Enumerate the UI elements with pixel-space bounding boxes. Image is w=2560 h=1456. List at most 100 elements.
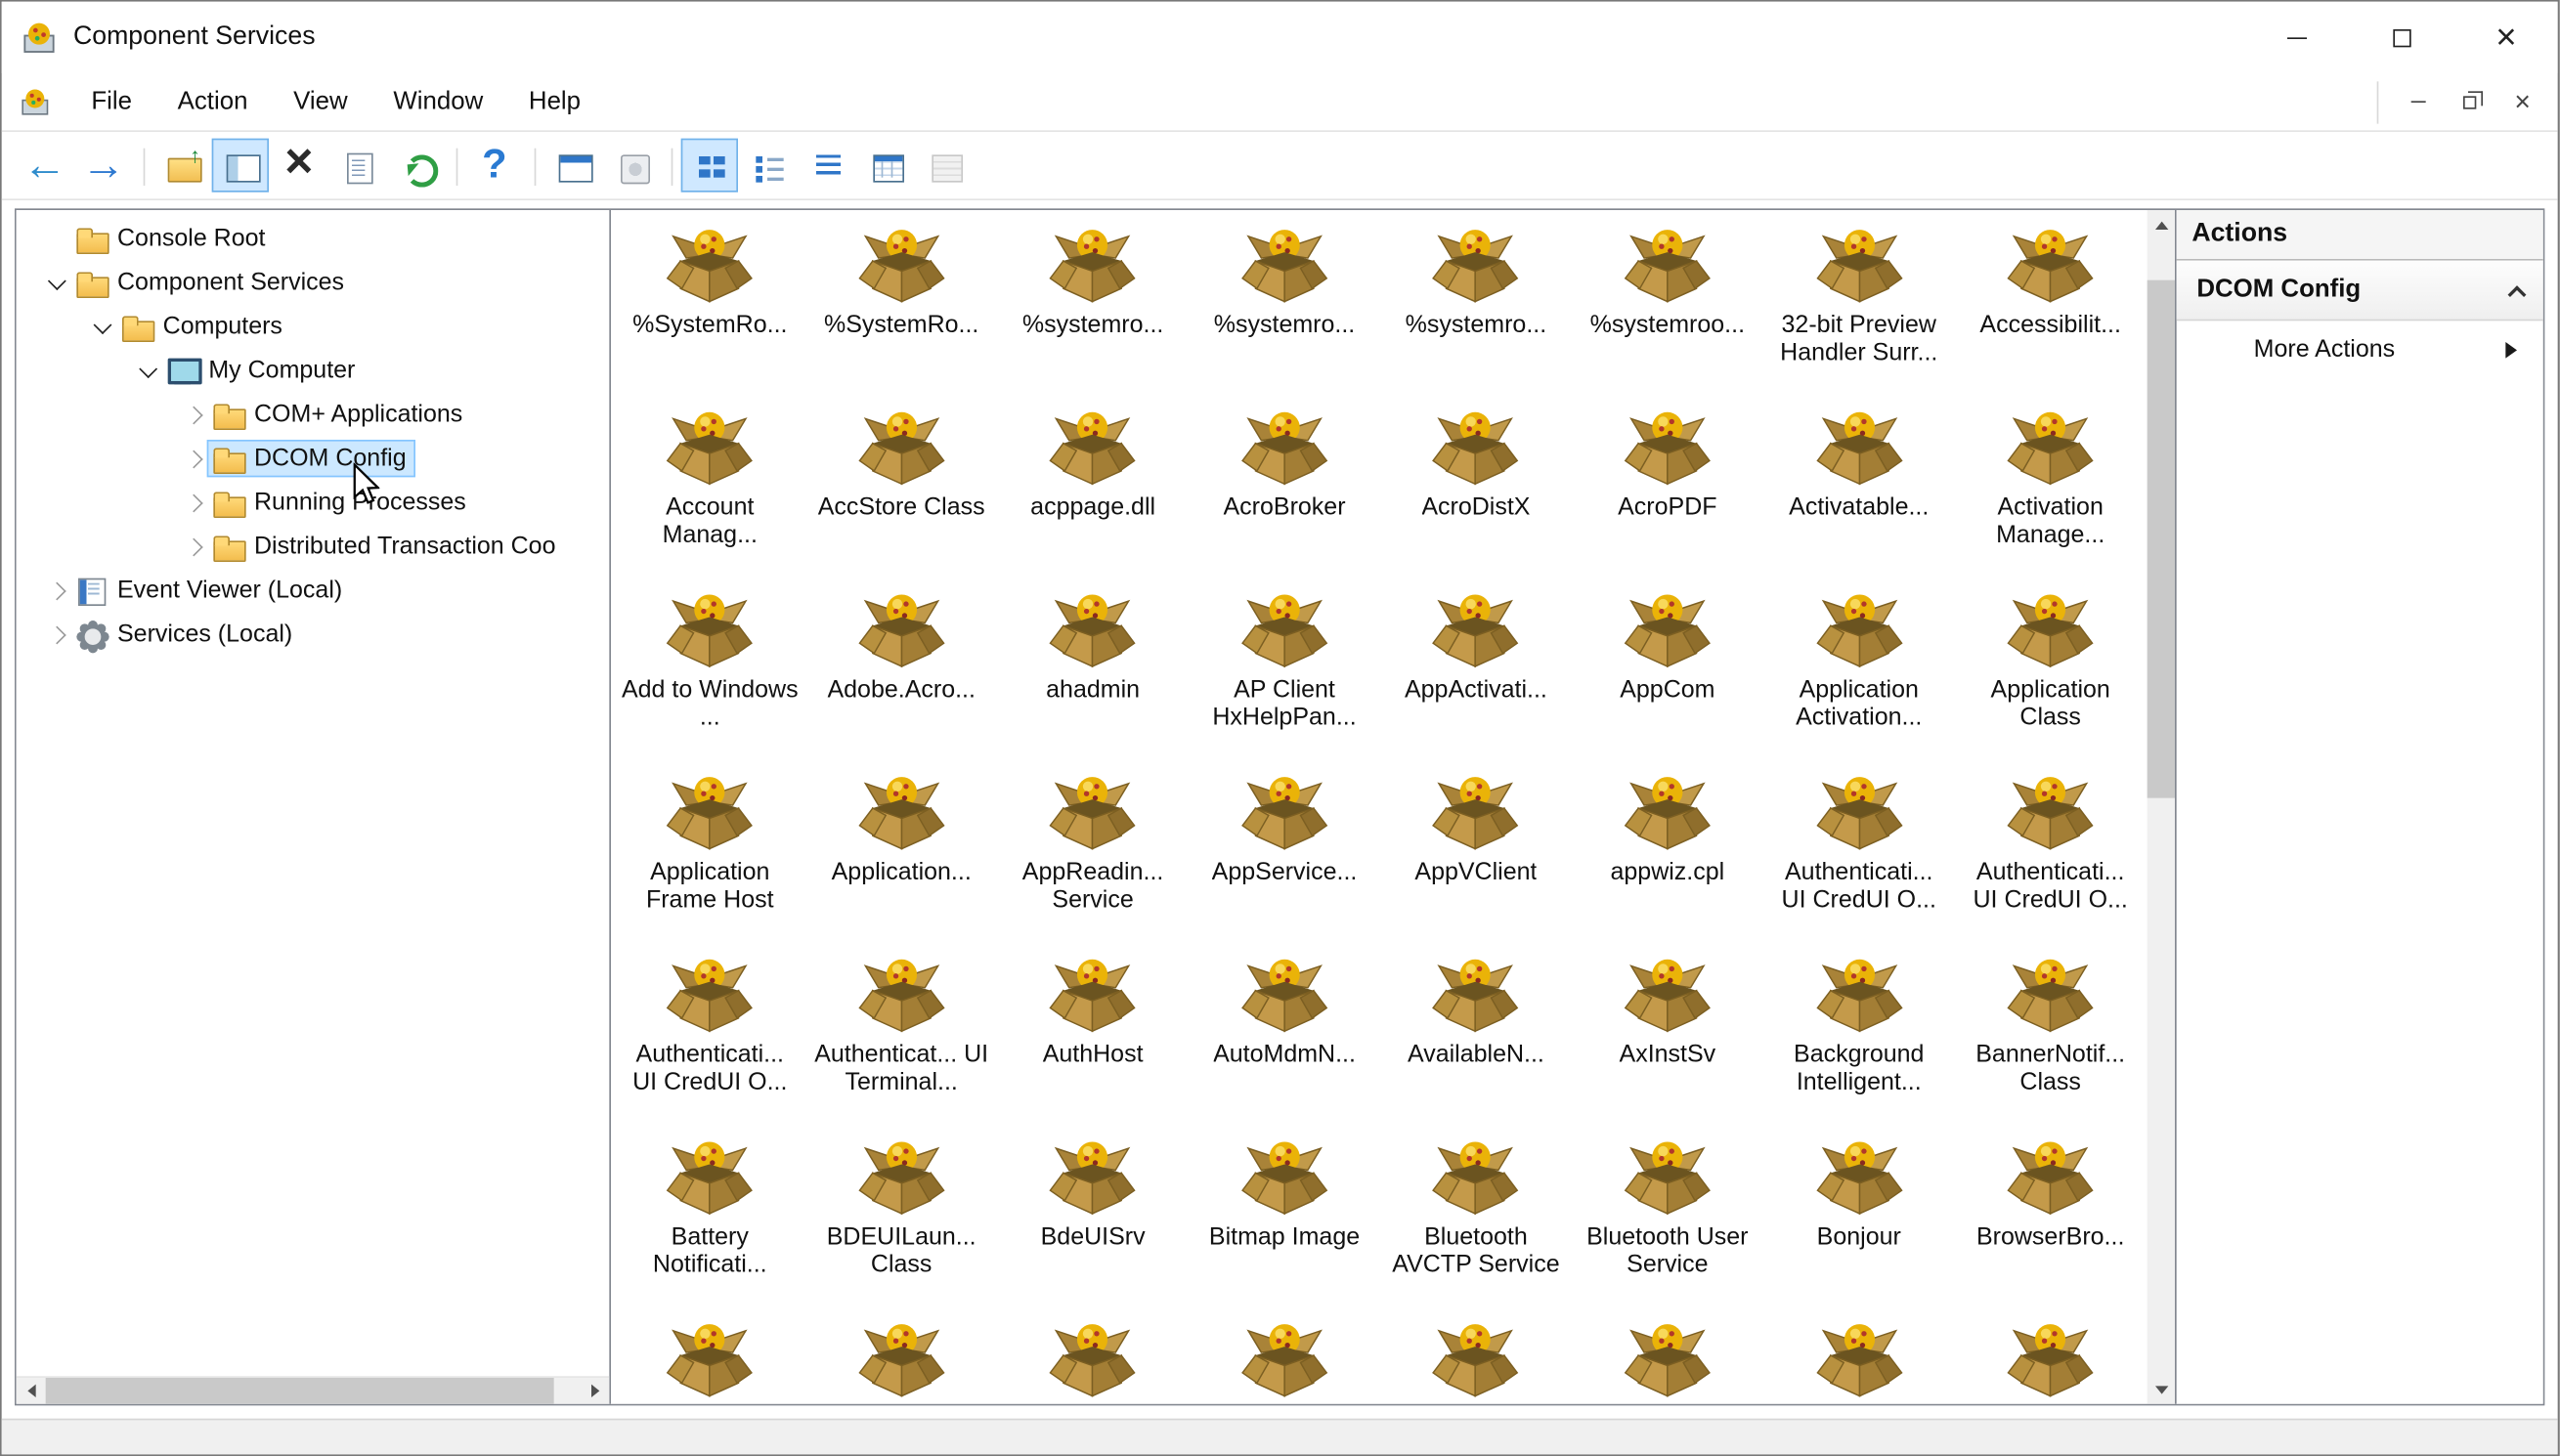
scroll-right-arrow-icon[interactable] (582, 1377, 609, 1404)
dcom-component-item[interactable]: %SystemRo... (805, 215, 997, 398)
dcom-component-item[interactable]: Bluetooth User Service (1572, 1127, 1763, 1309)
dcom-component-item[interactable] (1189, 1309, 1380, 1404)
tree-item-dcom-config[interactable]: DCOM Config (17, 437, 610, 481)
list-view-button[interactable] (799, 139, 855, 193)
expander-chevron-icon[interactable] (134, 357, 161, 384)
dcom-component-item[interactable]: Authenticati... UI CredUI O... (1955, 762, 2147, 945)
expander-chevron-icon[interactable] (179, 445, 206, 472)
refresh-button[interactable] (388, 139, 445, 193)
dcom-component-item[interactable]: AcroPDF (1572, 398, 1763, 580)
dcom-component-item[interactable]: AcroDistX (1380, 398, 1572, 580)
dcom-component-item[interactable]: %systemro... (1189, 215, 1380, 398)
taskpad-button[interactable] (603, 139, 660, 193)
dcom-component-item[interactable]: Battery Notificati... (614, 1127, 805, 1309)
dcom-component-item[interactable]: BDEUILaun... Class (805, 1127, 997, 1309)
dcom-component-item[interactable] (805, 1309, 997, 1404)
dcom-component-item[interactable]: AppCom (1572, 579, 1763, 762)
dcom-component-item[interactable]: Adobe.Acro... (805, 579, 997, 762)
dcom-component-item[interactable]: AppService... (1189, 762, 1380, 945)
dcom-component-item[interactable]: Authenticati... UI CredUI O... (614, 945, 805, 1128)
dcom-component-item[interactable] (997, 1309, 1189, 1404)
scroll-up-arrow-icon[interactable] (2148, 210, 2175, 237)
customize-view-button[interactable] (916, 139, 973, 193)
dcom-component-item[interactable]: Bluetooth AVCTP Service (1380, 1127, 1572, 1309)
details-view-button[interactable] (857, 139, 914, 193)
mdi-close-button[interactable]: × (2499, 84, 2545, 120)
close-button[interactable]: × (2454, 2, 2559, 73)
tree-item-computers[interactable]: Computers (17, 305, 610, 349)
tree-item-services[interactable]: Services (Local) (17, 613, 610, 657)
dcom-component-item[interactable] (614, 1309, 805, 1404)
dcom-component-item[interactable] (1763, 1309, 1955, 1404)
dcom-component-item[interactable]: BdeUISrv (997, 1127, 1189, 1309)
more-actions-item[interactable]: More Actions (2177, 321, 2543, 377)
dcom-component-item[interactable]: %systemroo... (1572, 215, 1763, 398)
dcom-component-item[interactable]: Activation Manage... (1955, 398, 2147, 580)
dcom-component-item[interactable]: Application... (805, 762, 997, 945)
expander-chevron-icon[interactable] (42, 621, 69, 648)
dcom-component-item[interactable]: %SystemRo... (614, 215, 805, 398)
minimize-button[interactable] (2245, 2, 2350, 73)
properties-button[interactable] (544, 139, 601, 193)
dcom-component-item[interactable]: Add to Windows ... (614, 579, 805, 762)
dcom-component-item[interactable]: %systemro... (1380, 215, 1572, 398)
dcom-component-item[interactable]: Application Frame Host (614, 762, 805, 945)
tree-item-component-services[interactable]: Component Services (17, 261, 610, 305)
icons-view-button[interactable] (680, 138, 739, 193)
dcom-component-item[interactable]: acppage.dll (997, 398, 1189, 580)
dcom-component-item[interactable]: 32-bit Preview Handler Surr... (1763, 215, 1955, 398)
dcom-component-item[interactable]: Application Activation... (1763, 579, 1955, 762)
menu-window[interactable]: Window (370, 73, 506, 130)
dcom-component-item[interactable]: Bonjour (1763, 1127, 1955, 1309)
show-console-tree-button[interactable] (211, 138, 270, 193)
horizontal-scrollbar-thumb[interactable] (45, 1377, 554, 1404)
expander-chevron-icon[interactable] (88, 313, 115, 340)
dcom-component-item[interactable]: Authenticat... UI Terminal... (805, 945, 997, 1128)
back-button[interactable] (17, 139, 73, 193)
tree-item-my-computer[interactable]: My Computer (17, 349, 610, 393)
dcom-component-item[interactable]: BannerNotif... Class (1955, 945, 2147, 1128)
dcom-component-item[interactable]: Activatable... (1763, 398, 1955, 580)
dcom-component-item[interactable]: AuthHost (997, 945, 1189, 1128)
up-one-level-button[interactable] (153, 139, 210, 193)
dcom-component-item[interactable]: AppReadin... Service (997, 762, 1189, 945)
dcom-component-item[interactable]: Bitmap Image (1189, 1127, 1380, 1309)
actions-section-dcom-config[interactable]: DCOM Config (2177, 260, 2544, 321)
expander-chevron-icon[interactable] (42, 269, 69, 296)
dcom-component-item[interactable]: appwiz.cpl (1572, 762, 1763, 945)
menu-view[interactable]: View (271, 73, 370, 130)
dcom-component-item[interactable]: Accessibilit... (1955, 215, 2147, 398)
menu-action[interactable]: Action (154, 73, 270, 130)
mdi-minimize-button[interactable] (2396, 84, 2442, 120)
tree-item-com-plus-applications[interactable]: COM+ Applications (17, 393, 610, 437)
dcom-component-item[interactable] (1955, 1309, 2147, 1404)
dcom-component-item[interactable]: Authenticati... UI CredUI O... (1763, 762, 1955, 945)
dcom-component-item[interactable] (1572, 1309, 1763, 1404)
forward-button[interactable] (75, 139, 132, 193)
export-list-button[interactable] (329, 139, 386, 193)
dcom-component-item[interactable]: AP Client HxHelpPan... (1189, 579, 1380, 762)
small-icons-view-button[interactable] (740, 139, 797, 193)
dcom-component-item[interactable] (1380, 1309, 1572, 1404)
menu-file[interactable]: File (68, 73, 154, 130)
dcom-component-item[interactable]: Background Intelligent... (1763, 945, 1955, 1128)
help-button[interactable] (466, 139, 523, 193)
tree-item-running-processes[interactable]: Running Processes (17, 481, 610, 525)
dcom-component-item[interactable]: AvailableN... (1380, 945, 1572, 1128)
tree-item-distributed-transaction-coordinator[interactable]: Distributed Transaction Coo (17, 525, 610, 569)
dcom-component-item[interactable]: AppActivati... (1380, 579, 1572, 762)
maximize-button[interactable] (2350, 2, 2454, 73)
expander-chevron-icon[interactable] (179, 401, 206, 428)
dcom-component-item[interactable]: %systemro... (997, 215, 1189, 398)
dcom-component-item[interactable]: Application Class (1955, 579, 2147, 762)
dcom-component-item[interactable]: BrowserBro... (1955, 1127, 2147, 1309)
dcom-component-item[interactable]: Account Manag... (614, 398, 805, 580)
expander-chevron-icon[interactable] (42, 577, 69, 604)
mdi-restore-button[interactable] (2448, 84, 2494, 120)
tree-horizontal-scrollbar[interactable] (16, 1376, 610, 1404)
delete-button[interactable] (271, 139, 327, 193)
dcom-component-item[interactable]: AcroBroker (1189, 398, 1380, 580)
tree-item-event-viewer[interactable]: Event Viewer (Local) (17, 569, 610, 613)
scroll-left-arrow-icon[interactable] (17, 1377, 44, 1404)
vertical-scrollbar-thumb[interactable] (2148, 279, 2176, 798)
